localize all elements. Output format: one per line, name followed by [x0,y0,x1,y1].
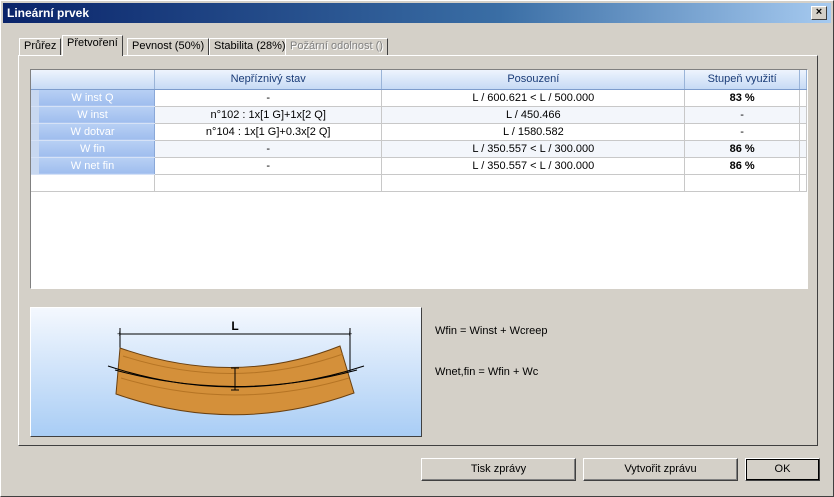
title-bar[interactable]: Lineární prvek × [3,3,831,23]
empty-cell [154,174,383,192]
row-name: W inst [31,106,156,124]
empty-cell [31,174,156,192]
row-state: - [154,89,383,107]
row-check: L / 350.557 < L / 300.000 [381,140,686,158]
row-check: L / 450.466 [381,106,686,124]
header-corner [31,70,156,90]
dialog-window: Lineární prvek × Průřez Přetvoření Pevno… [0,0,834,497]
row-state: n°102 : 1x[1 G]+1x[2 Q] [154,106,383,124]
tab-prurez[interactable]: Průřez [19,38,62,55]
row-check: L / 600.621 < L / 500.000 [381,89,686,107]
table-row[interactable]: W inst Q - L / 600.621 < L / 500.000 83 … [31,89,807,107]
empty-cell [799,174,807,192]
header-state[interactable]: Nepříznivý stav [154,70,383,90]
row-state: - [154,157,383,175]
span-left-mark: + [117,329,122,339]
formula-wnetfin: Wnet,fin = Wfin + Wc [435,366,539,378]
row-check: L / 350.557 < L / 300.000 [381,157,686,175]
tab-panel-pretvoreni: Nepříznivý stav Posouzení Stupeň využití… [18,55,818,446]
row-spacer [799,89,807,107]
results-grid[interactable]: Nepříznivý stav Posouzení Stupeň využití… [30,69,808,289]
close-icon: × [815,6,823,18]
tab-stabilita[interactable]: Stabilita (28%) [209,38,291,55]
deflection-diagram: + + L [30,307,422,437]
results-table: Nepříznivý stav Posouzení Stupeň využití… [31,70,807,192]
formula-wfin: Wfin = Winst + Wcreep [435,325,548,337]
row-spacer [799,140,807,158]
tab-pretvoreni[interactable]: Přetvoření [62,35,123,56]
ok-button[interactable]: OK [745,458,820,481]
window-title: Lineární prvek [7,6,90,20]
row-name: W net fin [31,157,156,175]
row-usage: 83 % [684,89,800,107]
row-usage: - [684,106,800,124]
span-right-mark: + [347,329,352,339]
row-state: n°104 : 1x[1 G]+0.3x[2 Q] [154,123,383,141]
empty-cell [381,174,686,192]
row-spacer [799,123,807,141]
close-button[interactable]: × [811,6,827,20]
header-spacer [799,70,807,90]
table-header-row: Nepříznivý stav Posouzení Stupeň využití [31,70,807,90]
row-state: - [154,140,383,158]
row-spacer [799,106,807,124]
row-spacer [799,157,807,175]
table-row[interactable]: W net fin - L / 350.557 < L / 300.000 86… [31,157,807,175]
create-report-button[interactable]: Vytvořit zprávu [583,458,738,481]
span-label: L [231,319,238,333]
print-report-button[interactable]: Tisk zprávy [421,458,576,481]
table-empty-area [31,174,807,192]
table-row[interactable]: W fin - L / 350.557 < L / 300.000 86 % [31,140,807,158]
empty-cell [684,174,800,192]
table-row[interactable]: W inst n°102 : 1x[1 G]+1x[2 Q] L / 450.4… [31,106,807,124]
table-row[interactable]: W dotvar n°104 : 1x[1 G]+0.3x[2 Q] L / 1… [31,123,807,141]
tab-pozarni-odolnost: Požární odolnost () [285,38,388,55]
header-check[interactable]: Posouzení [381,70,686,90]
tab-pevnost[interactable]: Pevnost (50%) [127,38,210,55]
row-usage: 86 % [684,140,800,158]
row-name: W inst Q [31,89,156,107]
row-usage: 86 % [684,157,800,175]
row-name: W dotvar [31,123,156,141]
row-name: W fin [31,140,156,158]
row-usage: - [684,123,800,141]
header-usage[interactable]: Stupeň využití [684,70,800,90]
beam-illustration: + + L [107,319,365,416]
row-check: L / 1580.582 [381,123,686,141]
